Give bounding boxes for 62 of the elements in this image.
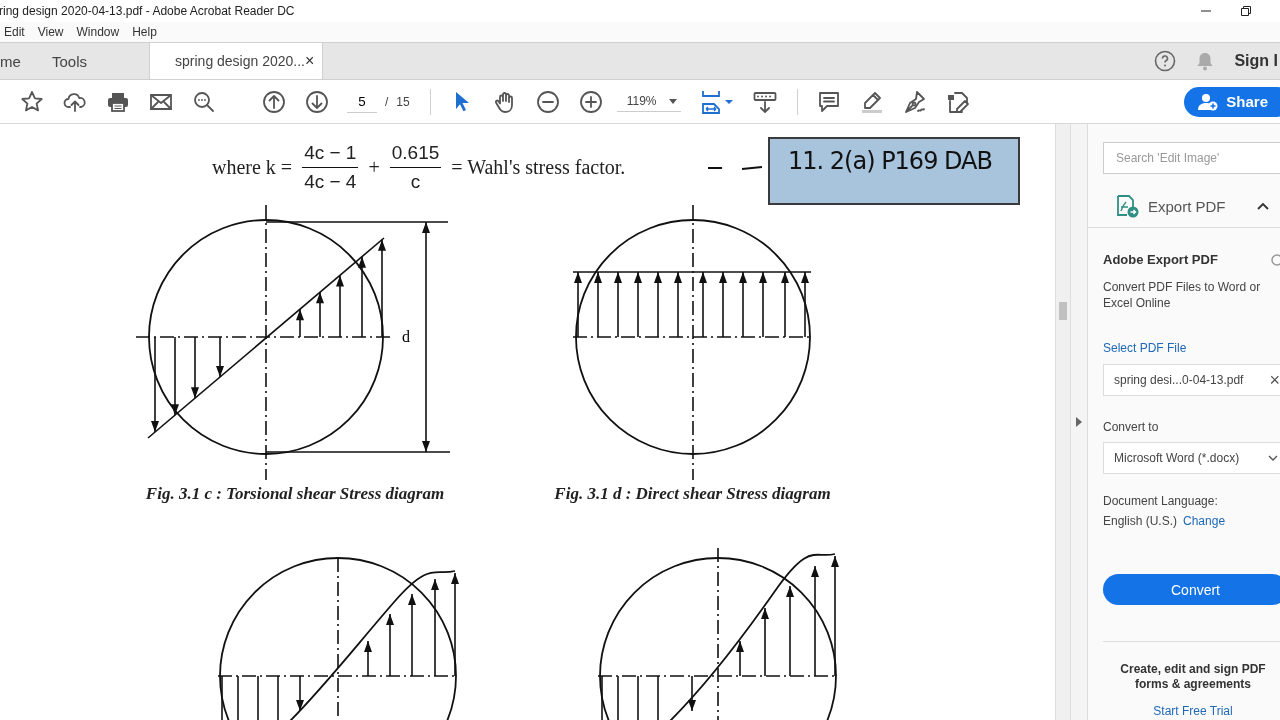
leader-line xyxy=(707,166,763,170)
file-field[interactable]: spring desi...0-04-13.pdf × xyxy=(1103,364,1280,396)
clear-file-button[interactable]: × xyxy=(1269,369,1280,391)
panel-description: Convert PDF Files to Word or Excel Online xyxy=(1103,279,1262,311)
menu-item[interactable]: Window xyxy=(76,25,120,39)
zoom-field[interactable]: 119% xyxy=(616,91,681,112)
share-button[interactable]: Share xyxy=(1184,86,1280,117)
select-file-link[interactable]: Select PDF File xyxy=(1103,341,1187,355)
comment-icon[interactable] xyxy=(816,89,841,114)
language-value: English (U.S.) xyxy=(1103,514,1178,528)
export-pdf-icon xyxy=(1115,194,1139,218)
field-label: Convert to xyxy=(1103,420,1160,434)
convert-button[interactable]: Convert xyxy=(1103,574,1280,605)
caret-icon xyxy=(668,98,677,104)
zoom-in-icon[interactable] xyxy=(578,89,603,114)
page-up-icon[interactable] xyxy=(262,89,286,114)
search-field[interactable]: Search 'Edit Image' xyxy=(1103,142,1280,174)
menu-item[interactable]: Help xyxy=(132,25,157,39)
formula-operator: + xyxy=(368,155,380,179)
change-link[interactable]: Change xyxy=(1183,514,1226,528)
search-icon[interactable] xyxy=(192,89,216,114)
caret-icon xyxy=(1256,202,1269,210)
highlighter-icon[interactable] xyxy=(859,89,884,114)
bookmark-star-icon[interactable] xyxy=(20,89,44,114)
menu-item[interactable]: Edit xyxy=(4,25,25,39)
format-dropdown[interactable]: Microsoft Word (*.docx) xyxy=(1103,442,1280,474)
tab[interactable]: me xyxy=(0,43,52,79)
tool-header[interactable]: Export PDF xyxy=(1088,194,1280,228)
formula-text: = Wahl's stress factor. xyxy=(451,155,626,179)
window-title: ring design 2020-04-13.pdf - Adobe Acrobat Reader DC xyxy=(0,4,295,18)
fountain-pen-icon[interactable] xyxy=(902,89,927,114)
chevron-down-icon xyxy=(1268,455,1278,461)
zoom-out-icon[interactable] xyxy=(535,89,560,114)
add-user-icon xyxy=(1198,92,1219,111)
figure-caption: Fig. 3.1 c : Torsional shear Stress diagram xyxy=(145,484,445,504)
panel-heading: Adobe Export PDF xyxy=(1103,252,1218,267)
page-total: 15 xyxy=(396,94,410,109)
page-down-icon[interactable] xyxy=(305,89,329,114)
tab[interactable]: Tools xyxy=(52,43,108,79)
figure-caption: Fig. 3.1 d : Direct shear Stress diagram xyxy=(554,484,831,504)
menu-item[interactable]: View xyxy=(37,25,64,39)
restore-icon[interactable] xyxy=(1240,5,1252,17)
field-label: Document Language: xyxy=(1103,494,1219,508)
fit-page-icon[interactable] xyxy=(699,89,734,114)
tab[interactable]: spring design 2020...× xyxy=(149,43,324,79)
scrollbar-thumb[interactable] xyxy=(1059,302,1067,320)
promo-text: Create, edit and sign PDF forms & agreements xyxy=(1119,662,1267,692)
free-trial-link[interactable]: Start Free Trial xyxy=(1103,704,1280,718)
dimension-label: d xyxy=(402,328,410,345)
close-tab-button[interactable]: × xyxy=(305,52,315,70)
help-icon[interactable] xyxy=(1154,50,1177,72)
formula-text: where k = xyxy=(212,155,293,179)
sign-in-link[interactable]: Sign I xyxy=(1234,52,1278,70)
handwritten-note: 11. 2(a) P169 DAB xyxy=(768,137,1020,205)
page-separator: / xyxy=(385,94,389,109)
fraction-numerator: 4c − 1 xyxy=(302,141,359,168)
scroll-mode-icon[interactable] xyxy=(752,89,777,114)
expand-pane-icon[interactable] xyxy=(1076,417,1082,427)
edit-document-icon[interactable] xyxy=(945,89,970,114)
fraction-denominator: c xyxy=(410,169,421,193)
fraction-denominator: 4c − 4 xyxy=(304,169,357,193)
fraction-numerator: 0.615 xyxy=(389,141,442,168)
